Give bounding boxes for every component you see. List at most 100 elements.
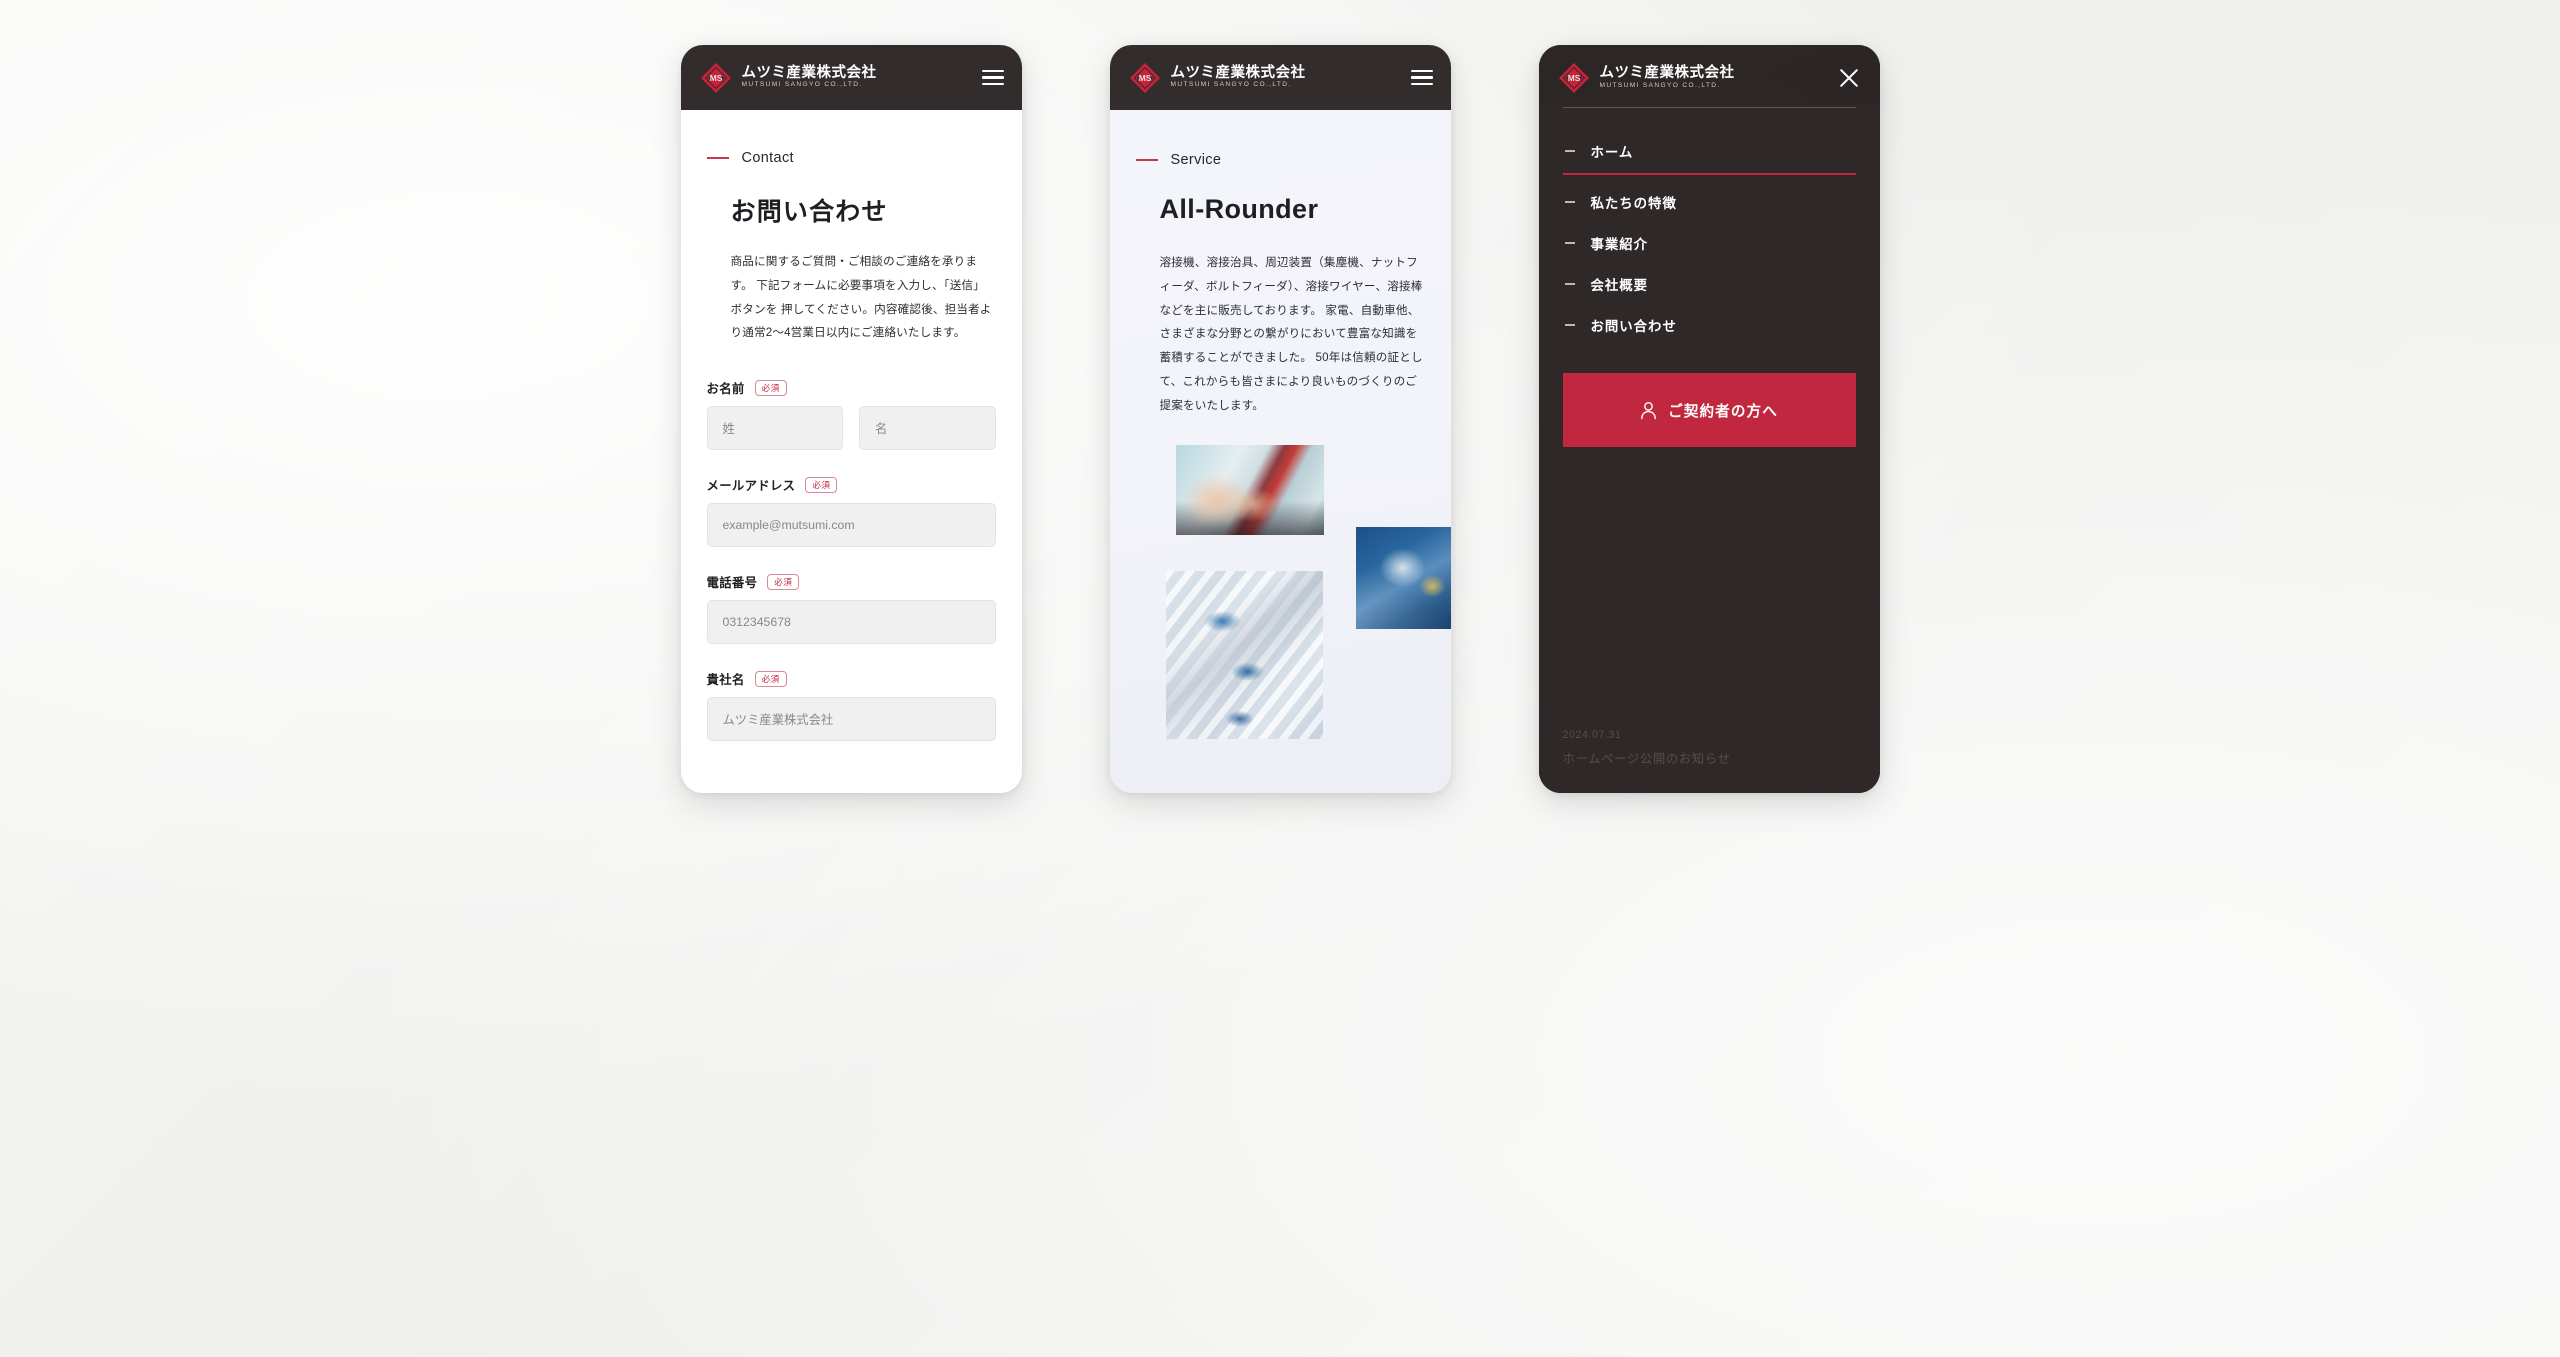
required-badge: 必須 <box>805 477 838 493</box>
menu-nav-list: ホーム 私たちの特徴 事業紹介 会社概要 お問い合わせ <box>1562 130 1856 345</box>
field-company: 貴社名 必須 ムツミ産業株式会社 <box>706 670 996 742</box>
bullet-dash-icon <box>1564 324 1575 326</box>
field-label-row: メールアドレス 必須 <box>707 476 996 494</box>
field-email: メールアドレス 必須 example@mutsumi.com <box>706 476 996 548</box>
hamburger-bar <box>1410 76 1433 79</box>
contact-eyebrow: Contact <box>706 150 996 166</box>
brand-name-en: MUTSUMI SANGYO CO.,LTD. <box>1170 81 1292 89</box>
name-input-row: 姓 名 <box>706 406 996 451</box>
service-body: Service All-Rounder 溶接機、溶接治具、周辺装置（集塵機、ナッ… <box>1109 110 1451 793</box>
field-label-row: お名前 必須 <box>707 379 996 397</box>
contact-page-title: お問い合わせ <box>730 198 888 226</box>
phone-input[interactable]: 0312345678 <box>706 600 996 645</box>
hamburger-bar <box>981 69 1004 72</box>
menu-item-label: 事業紹介 <box>1590 237 1649 252</box>
menu-item-label: ホーム <box>1590 145 1634 160</box>
brand-text: ムツミ産業株式会社 MUTSUMI SANGYO CO.,LTD. <box>1171 66 1306 89</box>
required-badge: 必須 <box>754 671 787 687</box>
menu-header: MS ムツミ産業株式会社 MUTSUMI SANGYO CO.,LTD. <box>1539 45 1880 105</box>
eyebrow-dash-icon <box>706 156 729 160</box>
field-phone: 電話番号 必須 0312345678 <box>706 573 996 645</box>
email-input[interactable]: example@mutsumi.com <box>706 503 996 548</box>
required-badge: 必須 <box>767 574 800 590</box>
person-icon <box>1640 401 1657 420</box>
screenshot-stage: MS ムツミ産業株式会社 MUTSUMI SANGYO CO.,LTD. Con… <box>0 0 2560 1357</box>
field-label-phone: 電話番号 <box>706 576 758 591</box>
brand-logo-group[interactable]: MS ムツミ産業株式会社 MUTSUMI SANGYO CO.,LTD. <box>699 61 877 95</box>
phone-panel-menu: MS ムツミ産業株式会社 MUTSUMI SANGYO CO.,LTD. ホーム <box>1538 45 1880 793</box>
phone-panel-contact: MS ムツミ産業株式会社 MUTSUMI SANGYO CO.,LTD. Con… <box>680 45 1022 793</box>
mutsumi-diamond-logo-icon: MS <box>699 61 733 95</box>
brand-name-jp: ムツミ産業株式会社 <box>741 64 877 81</box>
mutsumi-diamond-logo-icon: MS <box>1128 61 1162 95</box>
sidebar-item-home[interactable]: ホーム <box>1563 130 1856 171</box>
menu-item-label: 私たちの特徴 <box>1590 196 1677 211</box>
close-icon[interactable] <box>1836 65 1862 91</box>
brand-name-jp: ムツミ産業株式会社 <box>1170 64 1306 81</box>
service-page-title: All-Rounder <box>1159 194 1319 224</box>
robot-chip-photo <box>1355 527 1451 630</box>
company-input[interactable]: ムツミ産業株式会社 <box>706 697 996 742</box>
hamburger-bar <box>981 83 1004 86</box>
menu-body: ホーム 私たちの特徴 事業紹介 会社概要 お問い合わせ ご契約者の方へ 2024… <box>1538 105 1880 793</box>
robot-arm-photo <box>1165 571 1323 740</box>
eyebrow-dash-icon <box>1135 158 1158 162</box>
bullet-dash-icon <box>1564 283 1575 285</box>
mutsumi-diamond-logo-icon: MS <box>1557 61 1591 95</box>
last-name-input[interactable]: 姓 <box>706 406 843 451</box>
service-eyebrow: Service <box>1135 152 1425 168</box>
field-label-row: 電話番号 必須 <box>707 573 996 591</box>
contact-lead-text: 商品に関するご質問・ご相談のご連絡を承ります。 下記フォームに必要事項を入力し、… <box>730 255 992 340</box>
menu-divider <box>1562 107 1856 108</box>
brand-text: ムツミ産業株式会社 MUTSUMI SANGYO CO.,LTD. <box>742 66 877 89</box>
contact-header: MS ムツミ産業株式会社 MUTSUMI SANGYO CO.,LTD. <box>680 45 1022 110</box>
field-label-name: お名前 <box>706 382 745 397</box>
sidebar-item-features[interactable]: 私たちの特徴 <box>1563 181 1856 222</box>
hamburger-icon[interactable] <box>981 69 1004 86</box>
service-eyebrow-label: Service <box>1170 152 1222 168</box>
field-label-company: 貴社名 <box>706 673 745 688</box>
brand-name-en: MUTSUMI SANGYO CO.,LTD. <box>1599 81 1721 89</box>
sidebar-item-business[interactable]: 事業紹介 <box>1563 222 1856 263</box>
brand-text: ムツミ産業株式会社 MUTSUMI SANGYO CO.,LTD. <box>1600 66 1735 89</box>
brand-logo-group[interactable]: MS ムツミ産業株式会社 MUTSUMI SANGYO CO.,LTD. <box>1128 61 1306 95</box>
contact-body: Contact お問い合わせ 商品に関するご質問・ご相談のご連絡を承ります。 下… <box>680 110 1022 793</box>
bullet-dash-icon <box>1564 201 1575 203</box>
contact-eyebrow-label: Contact <box>741 150 794 166</box>
svg-text:MS: MS <box>1567 73 1580 83</box>
menu-item-label: 会社概要 <box>1590 278 1649 293</box>
hamburger-icon[interactable] <box>1410 69 1433 86</box>
hamburger-bar <box>1410 69 1433 72</box>
service-paragraph: 溶接機、溶接治具、周辺装置（集塵機、ナットフィーダ、ボルトフィーダ）、溶接ワイヤ… <box>1159 256 1423 412</box>
sidebar-item-contact[interactable]: お問い合わせ <box>1563 304 1856 345</box>
required-badge: 必須 <box>754 380 787 396</box>
bullet-dash-icon <box>1564 242 1575 244</box>
first-name-input[interactable]: 名 <box>859 406 996 451</box>
svg-text:MS: MS <box>709 73 722 83</box>
service-header: MS ムツミ産業株式会社 MUTSUMI SANGYO CO.,LTD. <box>1109 45 1451 110</box>
svg-text:MS: MS <box>1138 73 1151 83</box>
hamburger-bar <box>1410 83 1433 86</box>
hamburger-bar <box>981 76 1004 79</box>
news-teaser: 2024.07.31 ホームページ公開のお知らせ <box>1563 729 1731 767</box>
news-date: 2024.07.31 <box>1562 729 1622 741</box>
field-label-email: メールアドレス <box>706 479 796 494</box>
cta-label: ご契約者の方へ <box>1668 403 1778 420</box>
contract-holder-cta-button[interactable]: ご契約者の方へ <box>1562 373 1856 447</box>
handshake-photo <box>1175 445 1324 536</box>
menu-item-label: お問い合わせ <box>1590 319 1677 334</box>
active-item-underline <box>1562 173 1856 175</box>
brand-name-jp: ムツミ産業株式会社 <box>1599 65 1735 82</box>
scroll-fade <box>680 759 1022 793</box>
service-image-collage <box>1158 439 1451 740</box>
news-title: ホームページ公開のお知らせ <box>1562 752 1731 766</box>
brand-logo-group[interactable]: MS ムツミ産業株式会社 MUTSUMI SANGYO CO.,LTD. <box>1557 61 1735 95</box>
brand-name-en: MUTSUMI SANGYO CO.,LTD. <box>741 81 863 89</box>
phone-panel-service: MS ムツミ産業株式会社 MUTSUMI SANGYO CO.,LTD. Ser… <box>1109 45 1451 793</box>
bullet-dash-icon <box>1564 150 1575 152</box>
field-label-row: 貴社名 必須 <box>707 670 996 688</box>
sidebar-item-company[interactable]: 会社概要 <box>1563 263 1856 304</box>
